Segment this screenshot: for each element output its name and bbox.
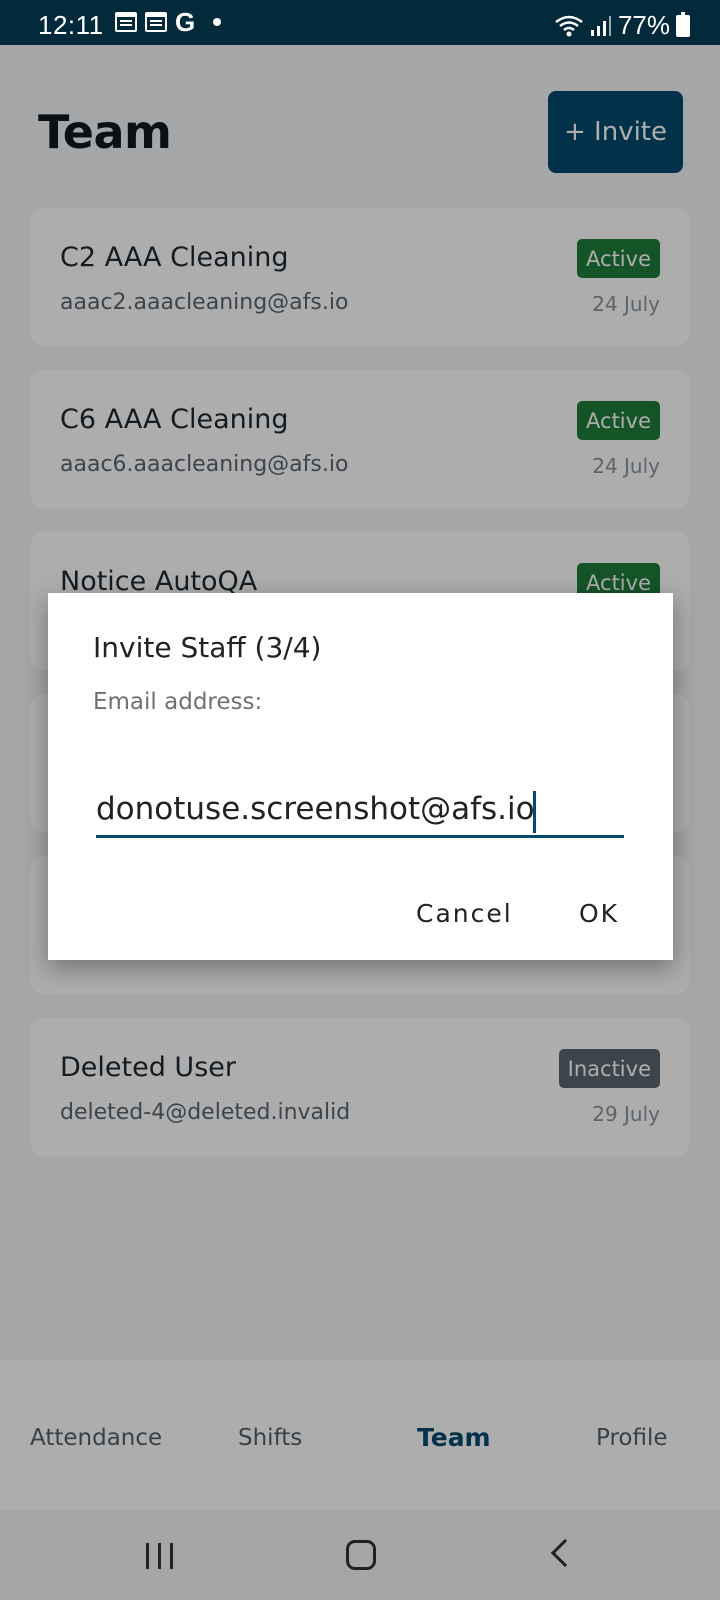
text-cursor [533,791,536,833]
email-label: Email address: [93,689,263,715]
notification-icons: G [115,7,222,37]
dot-icon [213,18,222,26]
google-icon: G [175,7,196,37]
ok-button[interactable]: OK [579,899,619,928]
dialog-title: Invite Staff (3/4) [93,631,322,664]
system-status: 77% [554,10,690,41]
battery-icon [676,11,690,37]
calendar-icon [115,12,137,32]
wifi-icon [555,15,583,36]
status-bar: 12:11 G 77% [0,0,720,45]
calendar-icon [145,12,167,32]
signal-icon [590,15,611,36]
status-time: 12:11 [38,10,104,40]
cancel-button[interactable]: Cancel [416,899,513,928]
battery-level: 77% [617,10,670,40]
email-field[interactable] [96,783,624,838]
invite-dialog: Invite Staff (3/4) Email address: Cancel… [48,593,673,960]
